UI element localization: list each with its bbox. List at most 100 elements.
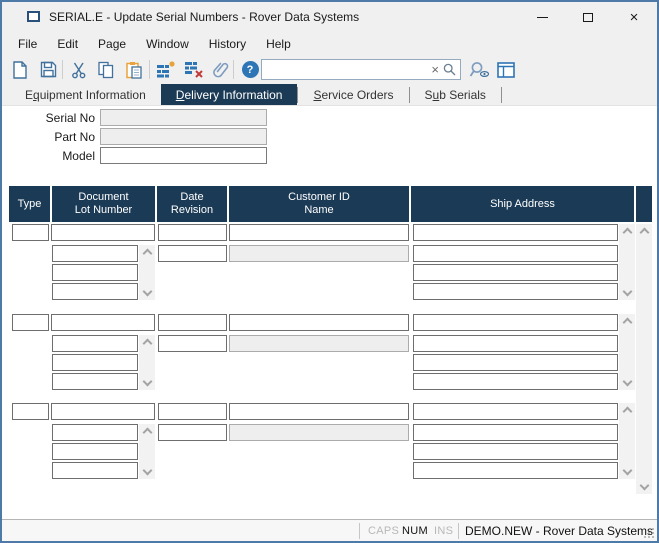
scroll-down-icon[interactable] (142, 466, 152, 476)
customer-id-input[interactable] (229, 224, 409, 241)
col-header-customer: Customer IDName (229, 186, 409, 222)
lot-number-input[interactable] (52, 283, 138, 300)
table-group (2, 224, 657, 301)
scroll-up-icon[interactable] (622, 228, 632, 238)
help-button[interactable]: ? (238, 58, 262, 81)
tab-service-orders[interactable]: Service Orders (298, 84, 408, 105)
menubar: File Edit Page Window History Help (2, 32, 657, 56)
revision-input[interactable] (158, 424, 227, 441)
ship-address-input[interactable] (413, 314, 618, 331)
scroll-up-icon[interactable] (142, 249, 152, 259)
search-clear-icon[interactable]: × (427, 62, 443, 77)
menu-window[interactable]: Window (136, 33, 199, 55)
lot-number-input[interactable] (52, 443, 138, 460)
lot-number-input[interactable] (52, 424, 138, 441)
lot-number-input[interactable] (52, 245, 138, 262)
copy-button[interactable] (94, 58, 118, 81)
customer-name-field (229, 245, 409, 262)
scroll-up-icon[interactable] (622, 318, 632, 328)
type-input[interactable] (12, 314, 49, 331)
menu-page[interactable]: Page (88, 33, 136, 55)
menu-help[interactable]: Help (256, 33, 301, 55)
type-input[interactable] (12, 403, 49, 420)
document-input[interactable] (51, 314, 155, 331)
revision-input[interactable] (158, 245, 227, 262)
scroll-up-icon[interactable] (639, 228, 649, 238)
menu-history[interactable]: History (199, 33, 256, 55)
ship-address-scrollbar[interactable] (619, 224, 635, 300)
col-header-document-lot: DocumentLot Number (52, 186, 155, 222)
table-view-button[interactable] (494, 58, 518, 81)
scroll-down-icon[interactable] (639, 481, 649, 491)
save-button[interactable] (36, 58, 60, 81)
paste-button[interactable] (122, 58, 146, 81)
revision-input[interactable] (158, 335, 227, 352)
date-input[interactable] (158, 403, 227, 420)
table-group (2, 314, 657, 391)
ship-address-input[interactable] (413, 424, 618, 441)
search-input[interactable] (262, 61, 427, 78)
ship-address-input[interactable] (413, 462, 618, 479)
document-input[interactable] (51, 224, 155, 241)
type-input[interactable] (12, 224, 49, 241)
table-group (2, 403, 657, 480)
table-scrollbar[interactable] (636, 224, 652, 494)
ship-address-input[interactable] (413, 373, 618, 390)
maximize-icon (583, 13, 593, 22)
ship-address-input[interactable] (413, 443, 618, 460)
tab-sub-serials[interactable]: Sub Serials (410, 84, 501, 105)
insert-rows-button[interactable] (154, 58, 178, 81)
model-field[interactable] (100, 147, 267, 164)
lot-number-input[interactable] (52, 354, 138, 371)
resize-grip-icon[interactable] (643, 527, 655, 539)
lot-number-input[interactable] (52, 373, 138, 390)
scroll-down-icon[interactable] (142, 377, 152, 387)
ship-address-input[interactable] (413, 354, 618, 371)
lot-number-input[interactable] (52, 462, 138, 479)
lot-number-scrollbar[interactable] (139, 245, 155, 300)
lot-number-scrollbar[interactable] (139, 335, 155, 390)
menu-file[interactable]: File (8, 33, 47, 55)
toolbar-separator (62, 60, 63, 79)
ship-address-input[interactable] (413, 245, 618, 262)
ship-address-input[interactable] (413, 335, 618, 352)
delete-rows-button[interactable] (182, 58, 206, 81)
lot-number-input[interactable] (52, 335, 138, 352)
toolbar-separator (149, 60, 150, 79)
minimize-button[interactable] (519, 2, 565, 32)
scroll-down-icon[interactable] (142, 287, 152, 297)
maximize-button[interactable] (565, 2, 611, 32)
tab-delivery-information[interactable]: Delivery Information (161, 84, 298, 105)
menu-edit[interactable]: Edit (47, 33, 88, 55)
scroll-up-icon[interactable] (622, 407, 632, 417)
scroll-up-icon[interactable] (142, 339, 152, 349)
document-input[interactable] (51, 403, 155, 420)
table-view-icon (497, 62, 515, 78)
ship-address-scrollbar[interactable] (619, 314, 635, 390)
date-input[interactable] (158, 314, 227, 331)
lot-number-scrollbar[interactable] (139, 424, 155, 479)
date-input[interactable] (158, 224, 227, 241)
attachment-button[interactable] (209, 58, 233, 81)
scroll-up-icon[interactable] (142, 428, 152, 438)
lot-number-input[interactable] (52, 264, 138, 281)
delete-rows-icon (184, 61, 204, 78)
ship-address-input[interactable] (413, 224, 618, 241)
scroll-down-icon[interactable] (622, 377, 632, 387)
customer-id-input[interactable] (229, 403, 409, 420)
ins-indicator: INS (434, 525, 453, 537)
tab-equipment-information[interactable]: Equipment Information (10, 84, 161, 105)
new-document-button[interactable] (8, 58, 32, 81)
ship-address-input[interactable] (413, 264, 618, 281)
scroll-down-icon[interactable] (622, 287, 632, 297)
ship-address-scrollbar[interactable] (619, 403, 635, 479)
search-icon[interactable] (443, 63, 460, 76)
ship-address-input[interactable] (413, 403, 618, 420)
ship-address-input[interactable] (413, 283, 618, 300)
cut-button[interactable] (67, 58, 91, 81)
save-icon (40, 61, 57, 78)
lookup-button[interactable] (467, 58, 491, 81)
close-button[interactable]: × (611, 2, 657, 32)
customer-id-input[interactable] (229, 314, 409, 331)
scroll-down-icon[interactable] (622, 466, 632, 476)
